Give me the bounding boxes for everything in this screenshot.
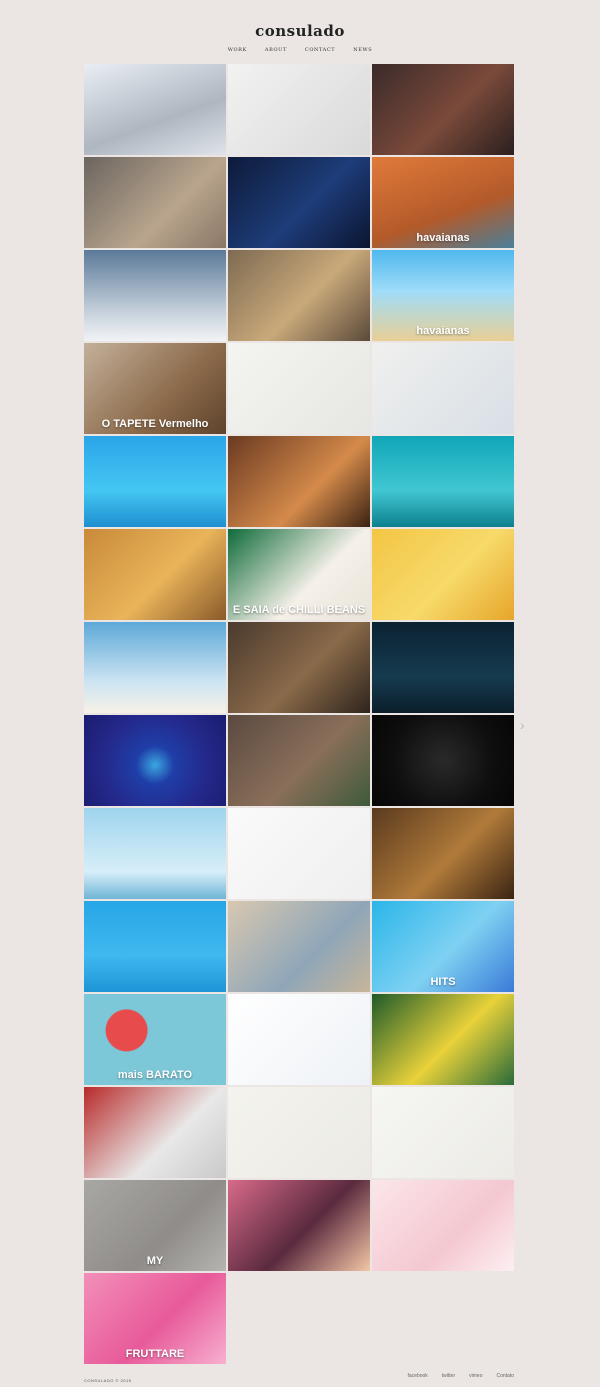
next-page-button[interactable]: › (520, 718, 530, 732)
thumbnail-shoes-woman[interactable] (228, 808, 370, 899)
thumbnail-night-desk[interactable] (372, 622, 514, 713)
thumbnail-globe[interactable] (84, 715, 226, 806)
thumbnail-label: MY (146, 1255, 164, 1267)
nav-about[interactable]: ABOUT (265, 47, 287, 53)
thumbnail-label (228, 709, 370, 713)
thumbnail-animated-girl[interactable] (372, 64, 514, 155)
footer-facebook-link[interactable]: facebook (408, 1373, 428, 1379)
thumbnail-label (372, 1081, 514, 1085)
thumbnail-car-wireframe[interactable] (84, 64, 226, 155)
thumbnail-action-scene[interactable] (228, 622, 370, 713)
thumbnail-label (84, 709, 226, 713)
thumbnail-label (228, 1267, 370, 1271)
thumbnail-sunglasses[interactable] (228, 1087, 370, 1178)
thumbnail-label (84, 523, 226, 527)
thumbnail-label (228, 430, 370, 434)
thumbnail-label (84, 895, 226, 899)
thumbnail-fruttare[interactable]: FRUTTARE (84, 1273, 226, 1364)
thumbnail-label (372, 1267, 514, 1271)
thumbnail-havaianas-beach[interactable]: havaianas (372, 250, 514, 341)
thumbnail-label (228, 523, 370, 527)
thumbnail-dog-comic[interactable] (228, 1180, 370, 1271)
thumbnail-label (84, 151, 226, 155)
thumbnail-label (372, 709, 514, 713)
nav-contact[interactable]: CONTACT (305, 47, 335, 53)
thumbnail-label (84, 988, 226, 992)
thumbnail-label (372, 523, 514, 527)
thumbnail-label: FRUTTARE (125, 1348, 185, 1360)
thumbnail-label (228, 988, 370, 992)
thumbnail-label (372, 895, 514, 899)
thumbnail-label (228, 895, 370, 899)
thumbnail-label: HITS (430, 976, 456, 988)
thumbnail-havaianas-sandals[interactable]: havaianas (372, 157, 514, 248)
thumbnail-underwater-kids[interactable] (372, 436, 514, 527)
thumbnail-bmx-rider[interactable] (372, 808, 514, 899)
thumbnail-label (84, 802, 226, 806)
thumbnail-label: havaianas (416, 232, 470, 244)
nav-work[interactable]: WORK (228, 47, 247, 53)
site-logo[interactable]: consulado (0, 22, 600, 40)
thumbnail-my-letters[interactable]: MY (84, 1180, 226, 1271)
thumbnail-label (372, 802, 514, 806)
thumbnail-selfie-couple[interactable] (228, 901, 370, 992)
footer-contact-link[interactable]: Contato (496, 1373, 514, 1379)
thumbnail-colorful-logo[interactable] (372, 1087, 514, 1178)
thumbnail-cartoon-safe[interactable] (84, 529, 226, 620)
thumbnail-label (228, 151, 370, 155)
thumbnail-label: O TAPETE Vermelho (101, 418, 209, 430)
thumbnail-floating-house[interactable] (84, 901, 226, 992)
thumbnail-surfing-girl[interactable] (372, 994, 514, 1085)
thumbnail-tapete-vermelho[interactable]: O TAPETE Vermelho (84, 343, 226, 434)
thumbnail-old-men-table[interactable] (84, 157, 226, 248)
thumbnail-extra-mais-barato[interactable]: mais BARATO (84, 994, 226, 1085)
work-grid: havaianas havaianas O TAPETE Vermelho E SAI… (84, 64, 514, 1364)
thumbnail-confetti-kiss[interactable] (228, 250, 370, 341)
thumbnail-label (228, 337, 370, 341)
thumbnail-strawberry-splash[interactable] (372, 1180, 514, 1271)
thumbnail-label (372, 616, 514, 620)
thumbnail-penguin[interactable] (228, 157, 370, 248)
thumbnail-label (84, 1174, 226, 1178)
thumbnail-label: mais BARATO (117, 1069, 193, 1081)
thumbnail-dark-burst[interactable] (372, 715, 514, 806)
thumbnail-chilli-beans[interactable]: E SAIA de CHILLI BEANS (228, 529, 370, 620)
thumbnail-sketch-drawing[interactable] (228, 343, 370, 434)
footer-links: facebook twitter vimeo Contato (408, 1373, 515, 1379)
thumbnail-flying-hero[interactable] (372, 529, 514, 620)
thumbnail-label: havaianas (416, 325, 470, 337)
thumbnail-tv-hits[interactable]: HITS (372, 901, 514, 992)
thumbnail-robots[interactable] (228, 436, 370, 527)
thumbnail-click-hand[interactable] (228, 994, 370, 1085)
thumbnail-ruins-jungle[interactable] (228, 715, 370, 806)
thumbnail-melitta-woman[interactable] (228, 64, 370, 155)
thumbnail-label (84, 244, 226, 248)
thumbnail-tablet-city[interactable] (372, 343, 514, 434)
thumbnail-label (84, 616, 226, 620)
thumbnail-cartoon-man-sky[interactable] (84, 622, 226, 713)
thumbnail-label (228, 244, 370, 248)
thumbnail-label (372, 1174, 514, 1178)
thumbnail-airplane[interactable] (84, 808, 226, 899)
thumbnail-label (372, 430, 514, 434)
thumbnail-cereal-box[interactable] (84, 436, 226, 527)
main-nav: WORK ABOUT CONTACT NEWS (0, 47, 600, 53)
thumbnail-label (228, 802, 370, 806)
thumbnail-label (372, 151, 514, 155)
thumbnail-red-machine[interactable] (84, 1087, 226, 1178)
thumbnail-skydivers[interactable] (84, 250, 226, 341)
copyright: consulado © 2015 (84, 1378, 132, 1383)
footer-twitter-link[interactable]: twitter (442, 1373, 455, 1379)
chevron-right-icon: › (520, 717, 525, 733)
thumbnail-label (228, 1174, 370, 1178)
thumbnail-label: E SAIA de CHILLI BEANS (232, 604, 366, 616)
footer-vimeo-link[interactable]: vimeo (469, 1373, 482, 1379)
thumbnail-label (84, 337, 226, 341)
thumbnail-label (228, 1081, 370, 1085)
nav-news[interactable]: NEWS (353, 47, 372, 53)
